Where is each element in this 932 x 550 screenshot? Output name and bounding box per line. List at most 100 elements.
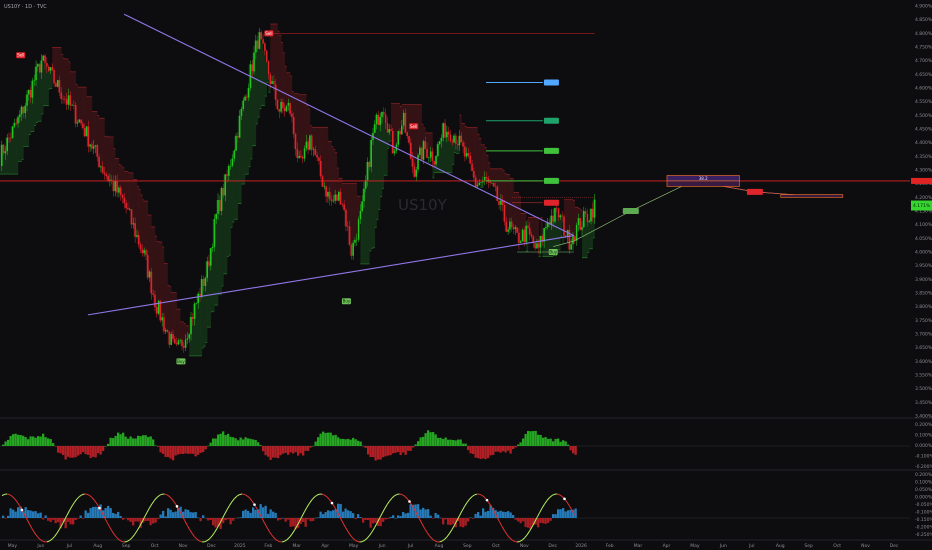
resistance-price-box	[911, 177, 932, 184]
osc1-bar	[207, 445, 210, 447]
candle-body	[318, 157, 320, 161]
cloud-segment-down	[84, 87, 87, 127]
osc2-wave	[514, 540, 518, 543]
osc1-bar	[249, 438, 252, 446]
osc2-bar	[262, 507, 265, 518]
osc1-bar	[537, 434, 540, 446]
candle-body	[283, 107, 286, 112]
osc1-bar	[369, 446, 372, 458]
candle-body	[29, 90, 32, 98]
osc2-bar	[112, 512, 115, 518]
candle-body	[49, 67, 52, 71]
osc2-bar	[367, 518, 370, 521]
osc2-bar	[382, 518, 385, 522]
osc2-bar	[447, 518, 450, 525]
osc2-bar	[304, 518, 307, 527]
osc1-bar	[552, 441, 555, 446]
candle-body	[559, 215, 562, 218]
candle-body	[228, 166, 230, 176]
cloud-segment-up	[383, 122, 386, 176]
candle-body	[296, 149, 299, 158]
candle-body	[91, 144, 93, 149]
osc1-bar	[147, 437, 150, 446]
osc1-bar	[379, 446, 382, 460]
candle-body	[404, 112, 407, 133]
sell-signal-text: Sell	[410, 124, 417, 129]
osc1-y-tick: -0.100%	[915, 454, 932, 460]
candle-body	[453, 135, 455, 143]
candle-body	[512, 227, 515, 230]
candle-body	[570, 244, 572, 250]
osc2-bar	[357, 514, 360, 518]
osc1-bar	[294, 446, 297, 453]
osc1-bar	[544, 437, 547, 446]
osc2-wave	[239, 493, 243, 496]
candle-body	[219, 199, 221, 212]
osc1-bar	[384, 446, 387, 457]
candle-body	[60, 92, 63, 99]
candle-body	[51, 67, 54, 71]
osc2-bar	[309, 518, 312, 522]
osc2-bar	[282, 517, 285, 519]
osc1-bar	[107, 443, 110, 446]
candle-body	[98, 156, 100, 168]
x-tick: Sep	[804, 543, 813, 549]
y-tick: 3.600%	[915, 359, 932, 365]
candle-body	[507, 229, 509, 232]
candle-body	[269, 74, 272, 84]
osc2-bar	[407, 512, 410, 518]
osc1-bar	[92, 446, 95, 457]
osc1-bar	[134, 438, 137, 446]
osc2-bar	[84, 510, 87, 518]
cloud-segment-down	[354, 183, 358, 240]
candle-body	[588, 221, 590, 223]
x-tick: Aug	[435, 543, 444, 549]
osc2-bar	[287, 518, 290, 520]
osc1-bar	[394, 446, 397, 453]
osc1-bar	[442, 439, 445, 446]
cloud-segment-up	[448, 141, 451, 173]
osc2-bar	[477, 512, 480, 518]
candle-body	[363, 188, 365, 202]
candle-body	[572, 236, 574, 245]
osc1-bar	[157, 446, 160, 447]
candle-body	[28, 90, 30, 95]
cloud-segment-down	[572, 200, 576, 241]
candle-body	[327, 191, 329, 197]
candle-body	[408, 136, 410, 143]
osc1-bar	[492, 446, 495, 455]
cloud-segment-up	[443, 137, 446, 173]
candle-body	[539, 235, 542, 248]
cloud-segment-down	[326, 127, 329, 192]
candle-body	[491, 182, 493, 184]
cloud-segment-down	[102, 118, 105, 175]
osc2-bar	[239, 517, 242, 518]
x-tick: Jun	[719, 543, 727, 549]
osc2-bar	[67, 518, 70, 522]
osc2-bar	[422, 507, 425, 518]
x-tick: Apr	[663, 543, 671, 549]
x-tick: Sep	[463, 543, 472, 549]
osc1-bar	[479, 446, 482, 460]
candle-body	[516, 227, 518, 233]
candle-body	[130, 209, 133, 225]
candle-body	[346, 226, 349, 227]
osc1-bar	[487, 446, 490, 459]
y-tick: 3.850%	[915, 291, 932, 297]
candle-body	[65, 99, 68, 105]
candle-body	[94, 145, 97, 147]
candle-body	[294, 133, 297, 150]
osc1-bar	[79, 446, 82, 455]
osc1-bar	[27, 439, 30, 446]
candle-body	[310, 135, 313, 150]
osc2-bar	[172, 512, 175, 518]
chart-canvas[interactable]: US10Y · 1D · TVC US10Y 38.2 Sell Sell Sell…	[0, 0, 932, 550]
osc2-bar	[442, 518, 445, 525]
candle-body	[438, 141, 441, 145]
osc1-bar	[242, 439, 245, 446]
osc1-bar	[117, 432, 120, 446]
osc1-bar	[314, 441, 317, 446]
osc2-bar	[557, 509, 560, 518]
candle-body	[134, 223, 136, 237]
candle-body	[492, 182, 495, 187]
